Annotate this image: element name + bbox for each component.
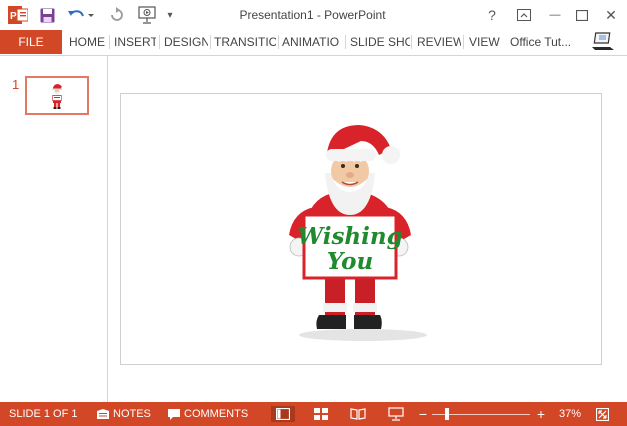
customize-quick-access-icon[interactable]: ▾ (164, 4, 176, 26)
slide-indicator[interactable]: SLIDE 1 OF 1 (9, 402, 77, 426)
santa-holding-sign-image[interactable]: Wishing You (279, 119, 459, 344)
tab-view-label: VIEW (469, 35, 500, 49)
tab-divider (159, 35, 160, 49)
zoom-out-label: − (418, 406, 428, 422)
tab-animations-label: ANIMATIO (282, 35, 340, 49)
tab-divider (463, 35, 464, 49)
slide-show-icon[interactable] (384, 406, 408, 422)
zoom-in-button[interactable]: + (535, 402, 547, 426)
maximize-icon[interactable] (570, 4, 594, 26)
tab-review-label: REVIEW (417, 35, 461, 49)
thumbnail-number: 1 (12, 77, 20, 92)
tab-animations[interactable]: ANIMATIO (282, 30, 344, 54)
sign-line-1: Wishing (297, 223, 402, 250)
notes-button[interactable]: NOTES (97, 402, 151, 426)
comments-label: COMMENTS (184, 408, 249, 420)
tab-review[interactable]: REVIEW (417, 30, 461, 54)
notes-icon (97, 409, 109, 419)
tab-slide-show[interactable]: SLIDE SHO (350, 30, 410, 54)
ribbon-tabs: FILE HOME INSERT DESIGN TRANSITIO ANIMAT… (0, 30, 627, 54)
tab-divider (210, 35, 211, 49)
title-bar: P ▾ Presentation1 - PowerPoint ? — ✕ (0, 0, 627, 30)
zoom-slider-thumb[interactable] (445, 408, 449, 420)
slide-thumbnail-1[interactable] (25, 76, 89, 115)
slide-sorter-icon[interactable] (309, 406, 333, 422)
tab-home-label: HOME (69, 35, 105, 49)
tab-divider (345, 35, 346, 49)
tab-slide-show-label: SLIDE SHO (350, 35, 410, 49)
account-name[interactable]: Office Tut... (510, 30, 571, 54)
ribbon-display-options-icon[interactable] (512, 4, 536, 26)
laptop-user-icon[interactable] (590, 31, 616, 53)
tab-design[interactable]: DESIGN (164, 30, 208, 54)
minimize-label: — (549, 9, 561, 21)
file-tab-label: FILE (18, 35, 44, 49)
zoom-out-button[interactable]: − (418, 402, 428, 426)
tab-transitions-label: TRANSITIO (214, 35, 276, 49)
help-button[interactable]: ? (480, 4, 504, 26)
tab-view[interactable]: VIEW (469, 30, 501, 54)
zoom-level[interactable]: 37% (559, 402, 581, 426)
zoom-in-label: + (536, 406, 546, 422)
comment-icon (168, 408, 180, 420)
start-from-beginning-icon[interactable] (135, 4, 159, 26)
tab-divider (278, 35, 279, 49)
close-label: ✕ (605, 6, 617, 23)
svg-text:P: P (10, 11, 17, 22)
save-icon[interactable] (37, 4, 57, 26)
tab-design-label: DESIGN (164, 35, 208, 49)
powerpoint-logo-icon[interactable]: P (7, 4, 29, 26)
reading-view-icon[interactable] (346, 406, 370, 422)
tab-file[interactable]: FILE (0, 30, 62, 54)
help-label: ? (488, 7, 496, 23)
santa-thumbnail-icon (52, 83, 64, 109)
slide-thumbnail-pane: 1 (0, 56, 108, 402)
sign-line-2: You (327, 248, 373, 275)
notes-label: NOTES (113, 408, 151, 420)
window-title: Presentation1 - PowerPoint (239, 8, 386, 22)
status-bar: SLIDE 1 OF 1 NOTES COMMENTS − + 37% (0, 402, 627, 426)
undo-icon[interactable] (66, 4, 96, 26)
slide-canvas[interactable]: Wishing You (120, 93, 602, 365)
tab-insert[interactable]: INSERT (114, 30, 156, 54)
comments-button[interactable]: COMMENTS (168, 402, 248, 426)
tab-transitions[interactable]: TRANSITIO (214, 30, 276, 54)
close-button[interactable]: ✕ (599, 4, 623, 26)
fit-slide-to-window-icon[interactable] (594, 406, 610, 422)
minimize-button[interactable]: — (543, 4, 567, 26)
normal-view-icon[interactable] (271, 406, 295, 422)
redo-icon[interactable] (107, 4, 127, 26)
slide-editor: Wishing You (109, 56, 627, 402)
tab-home[interactable]: HOME (69, 30, 107, 54)
tab-divider (411, 35, 412, 49)
customize-glyph: ▾ (167, 9, 173, 21)
tab-divider (109, 35, 110, 49)
tab-insert-label: INSERT (114, 35, 156, 49)
